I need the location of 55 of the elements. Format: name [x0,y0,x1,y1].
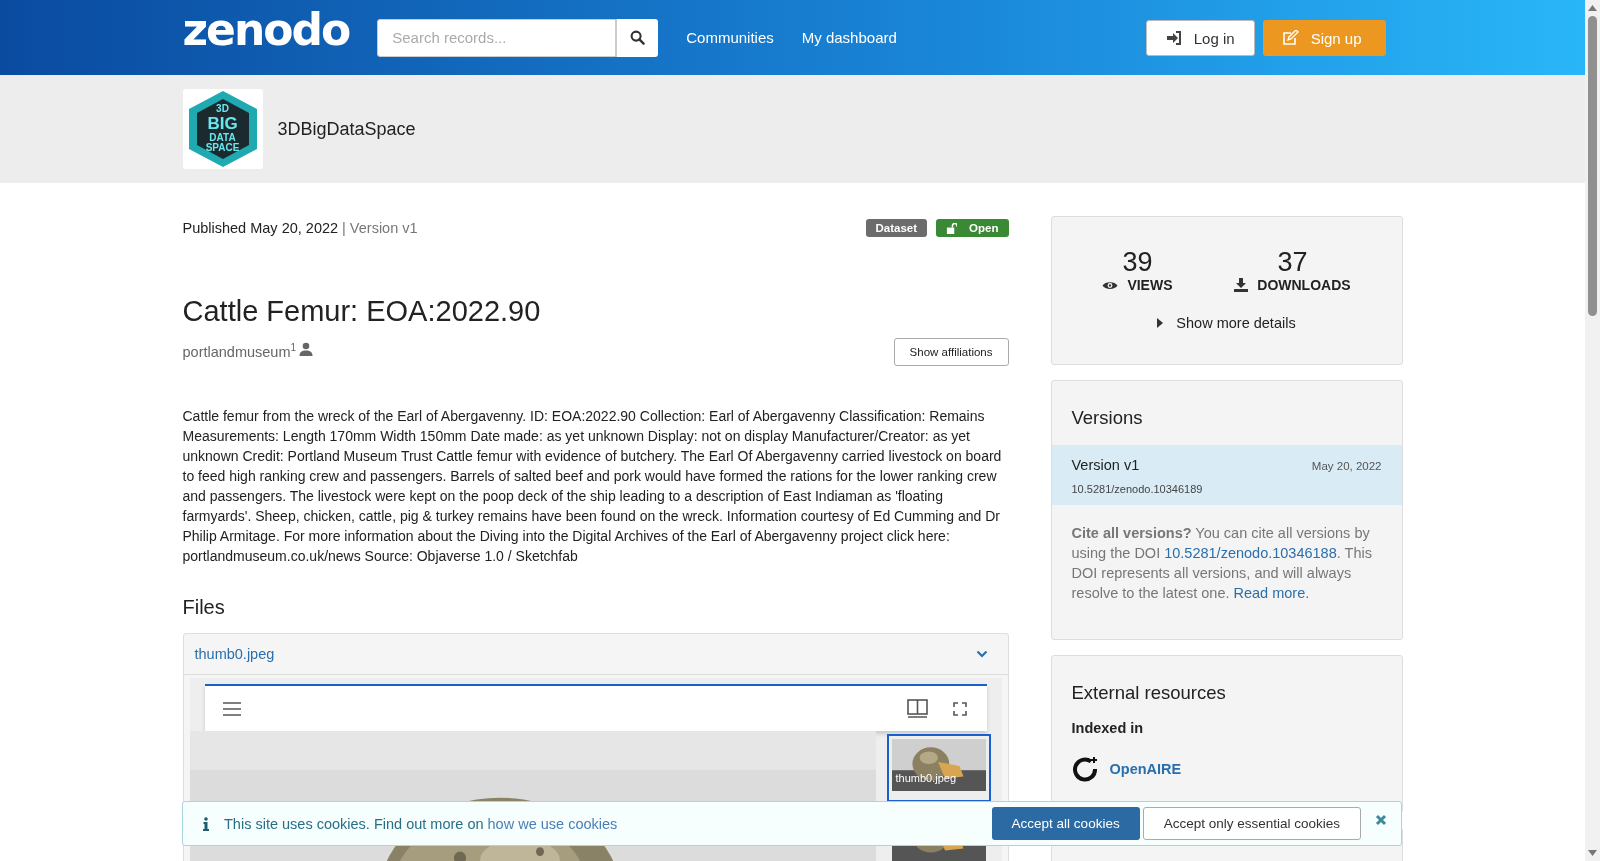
edit-icon [1281,30,1299,46]
card-heading: Versions [1070,406,1144,430]
stat-value: 37 [1277,247,1308,277]
ring-icon [1071,756,1098,782]
person-icon [299,342,314,356]
thumbnail[interactable]: thumb0.jpeg [886,734,991,802]
nav-link[interactable]: Communities [686,29,774,46]
stat-label: VIEWS [1127,277,1173,293]
menu-icon[interactable] [222,701,241,716]
version-label: | Version v1 [342,220,418,236]
stat-label: DOWNLOADS [1257,277,1351,293]
show-affiliations-button[interactable]: Show affiliations [893,338,1009,366]
cite-note: Cite all versions? You can cite all versions by using the DOI 10.5281/zenodo.10346188. This DOI represents all versions, and will always resolve to the latest one. Read more. [1070,524,1373,603]
scroll-up-icon[interactable] [1588,5,1597,11]
scroll-down-icon[interactable] [1588,850,1597,856]
description: Cattle femur from the wreck of the Earl of Abergavenny. ID: EOA:2022.90 Collection: Earl of Abergavenny Classification: Remains Measurements: Length 170mm Width 150mm Date made: as yet unknown Display: not on display Manufacturer/Creator: as yet unknown Credit: Portland Museum Trust Cattle femur with evidence of butchery. The Earl Of Abergavenny carried livestock on board to feed high ranking crew and passengers. Barrels of salted beef and pork would have formed the rations for the lower ranking crew and passengers. The livestock were kept on the poop deck of the ship leading to a description of East Indiaman as 'floating farmyards'. Sheep, chicken, cattle, pig & turkey remains have been found on the wreck. Information courtesy of Ed Cumming and Dr Philip Armitage. For more information about the Diving into the Digital Archives of the Earl of Abergavenny project click here: portlandmuseum.co.uk/news Source: Objaverse 1.0 / Sketchfab [182,407,1003,566]
show-more-details-toggle[interactable]: Show more details [1151,314,1302,332]
login-icon [1165,31,1182,45]
close-icon[interactable] [1375,814,1387,826]
eye-icon [1102,279,1119,291]
search-button[interactable] [616,18,659,57]
record-title: Cattle Femur: EOA:2022.90 [182,295,542,328]
book-icon[interactable] [906,699,928,718]
read-more-link[interactable]: Read more. [1233,585,1310,601]
accept-essential-cookies-button[interactable]: Accept only essential cookies [1142,807,1361,840]
search-icon [630,30,646,45]
cookie-message: This site uses cookies. Find out more on how we use cookies [224,815,618,832]
stat-value: 39 [1122,247,1153,277]
section-heading: Files [182,596,226,619]
version-item[interactable]: Version v1 May 20, 2022 10.5281/zenodo.10346189 [1051,445,1402,505]
scrollbar-thumb[interactable] [1588,16,1597,316]
file-header[interactable]: thumb0.jpeg [183,634,1008,675]
file-name-link[interactable]: thumb0.jpeg [194,646,275,662]
site-logo[interactable]: zenodo [182,4,356,57]
search-field[interactable]: Search records... [377,18,617,57]
subheading: Indexed in [1070,720,1145,736]
access-badge: Open [936,219,1009,237]
creator-link[interactable]: portlandmuseum$^{1}$ [182,342,297,360]
download-icon [1234,278,1249,292]
caret-icon [1157,318,1164,328]
scrollbar[interactable] [1585,0,1600,861]
fullscreen-icon[interactable] [952,701,967,716]
doi-link[interactable]: 10.5281/zenodo.10346188 [1164,545,1337,561]
thumbnail-label: thumb0.jpeg [895,772,957,784]
type-badge: Dataset [865,219,928,237]
cookie-policy-link[interactable]: how we use cookies [487,815,618,832]
community-name[interactable]: 3DBigDataSpace [277,118,416,140]
community-logo[interactable]: 3D BIG DATA SPACE [182,89,263,169]
card-heading: External resources [1070,681,1227,705]
info-icon [203,816,209,831]
login-button[interactable]: Log in [1145,20,1255,56]
accept-all-cookies-button[interactable]: Accept all cookies [991,807,1140,840]
publication-date: Published May 20, 2022 [182,220,339,236]
indexer-link[interactable]: OpenAIRE [1109,761,1182,777]
nav-link[interactable]: My dashboard [801,29,897,46]
